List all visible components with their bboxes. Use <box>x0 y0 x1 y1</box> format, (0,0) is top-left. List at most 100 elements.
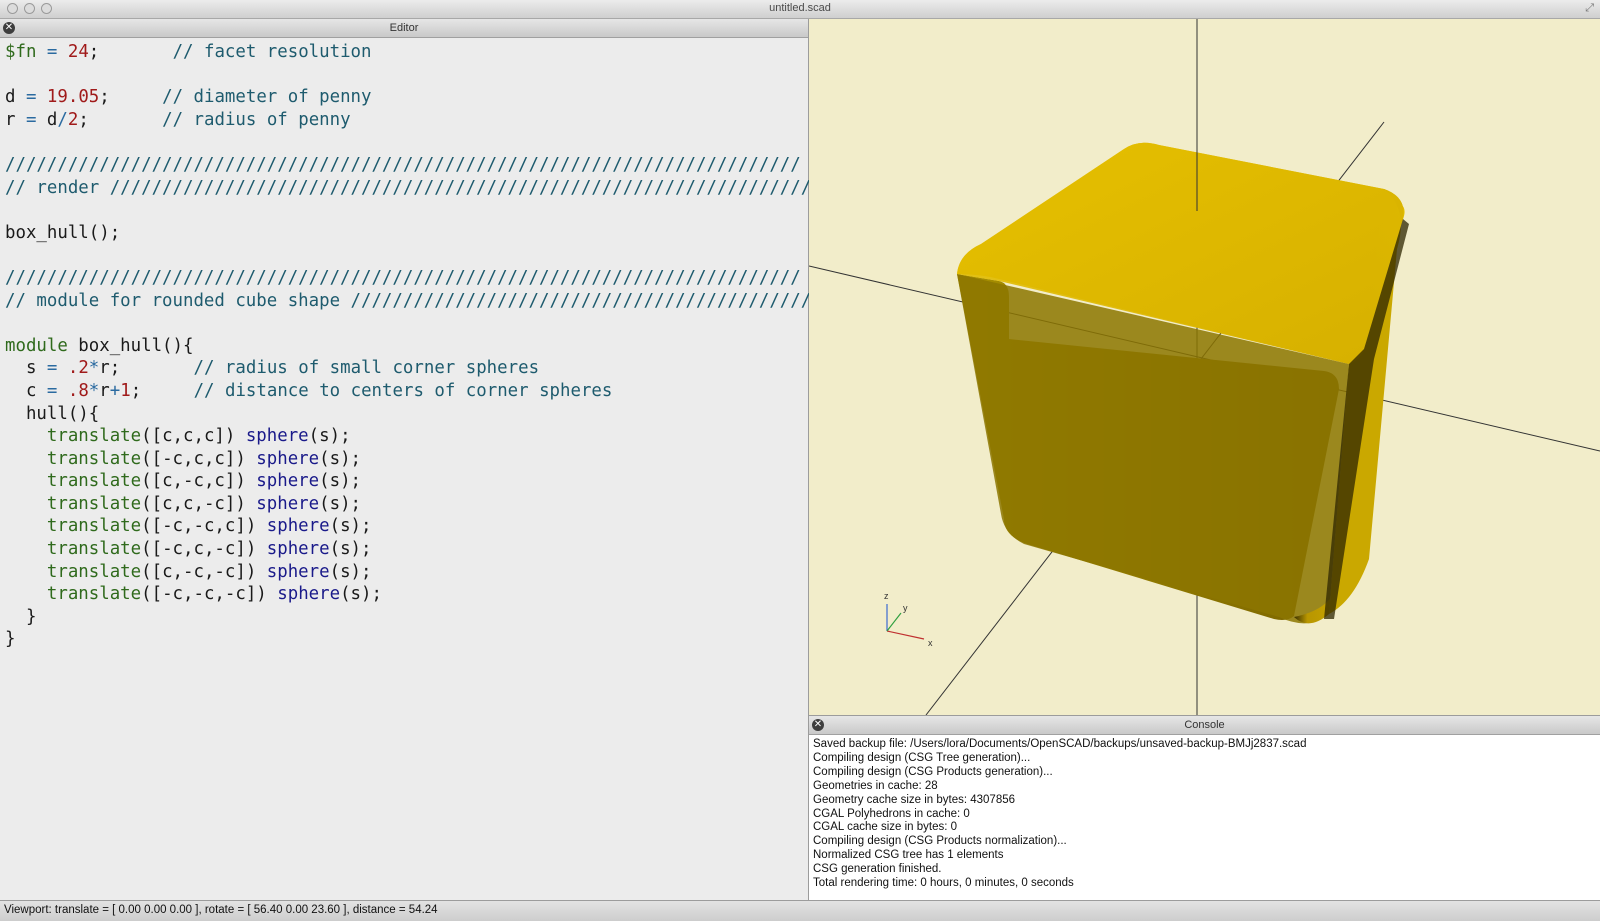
code-line: r = d/2; // radius of penny <box>5 109 832 132</box>
code-line: module box_hull(){ <box>5 335 832 358</box>
code-token: ([-c,-c,c]) <box>141 516 267 537</box>
code-token: // diameter of penny <box>120 87 372 108</box>
code-line: // module for rounded cube shape ///////… <box>5 290 832 313</box>
editor-header: ✕ Editor <box>0 19 808 38</box>
code-token: (s); <box>329 561 372 582</box>
code-token: ([c,c,-c]) <box>141 493 257 514</box>
code-token: sphere <box>256 471 320 492</box>
code-token: sphere <box>256 493 320 514</box>
code-line: ////////////////////////////////////////… <box>5 154 832 177</box>
3d-viewport[interactable]: z y x <box>809 19 1600 715</box>
code-line: translate([c,-c,c]) sphere(s); <box>5 470 832 493</box>
code-token: d <box>46 109 58 130</box>
code-token: .8 <box>67 380 89 401</box>
code-token: * <box>88 358 100 379</box>
code-token: d <box>5 87 26 108</box>
console-line: Geometry cache size in bytes: 4307856 <box>813 793 1016 806</box>
code-token: // distance to centers of corner spheres <box>151 380 613 401</box>
console-line: Geometries in cache: 28 <box>813 779 938 792</box>
console-header: ✕ Console <box>809 716 1600 735</box>
code-token: translate <box>46 471 142 492</box>
code-token: (s); <box>329 516 372 537</box>
editor-title: Editor <box>389 22 419 34</box>
code-token: ([-c,c,c]) <box>141 448 257 469</box>
status-bar: Viewport: translate = [ 0.00 0.00 0.00 ]… <box>0 900 1600 921</box>
code-line: box_hull(); <box>5 222 832 245</box>
fullscreen-icon[interactable]: ⤢ <box>1585 2 1594 15</box>
code-editor[interactable]: $fn = 24; // facet resolution d = 19.05; … <box>5 41 832 651</box>
console-line: Compiling design (CSG Tree generation)..… <box>813 751 1031 764</box>
code-token: ([c,-c,c]) <box>141 471 257 492</box>
viewport-status-text: Viewport: translate = [ 0.00 0.00 0.00 ]… <box>4 904 438 916</box>
code-token: translate <box>46 561 142 582</box>
code-token: = <box>25 87 47 108</box>
code-line: hull(){ <box>5 403 832 426</box>
code-token: 1 <box>120 380 131 401</box>
console-close-icon[interactable]: ✕ <box>812 719 824 731</box>
code-token: // render //////////////////////////////… <box>5 177 822 198</box>
code-token: ([-c,-c,-c]) <box>141 584 278 605</box>
code-token: ////////////////////////////////////////… <box>5 267 801 288</box>
console-line: CGAL Polyhedrons in cache: 0 <box>813 807 970 820</box>
console-line: Normalized CSG tree has 1 elements <box>813 849 1004 862</box>
code-token: box_hull(); <box>5 222 121 243</box>
code-token: sphere <box>277 584 341 605</box>
code-token: // facet resolution <box>109 42 372 62</box>
console-line: Compiling design (CSG Products generatio… <box>813 765 1053 778</box>
code-line: } <box>5 606 832 629</box>
code-token: translate <box>46 426 142 447</box>
code-line: translate([-c,-c,-c]) sphere(s); <box>5 583 832 606</box>
console-line: CGAL cache size in bytes: 0 <box>813 821 958 834</box>
code-token: r; <box>99 358 131 379</box>
console-line: CSG generation finished. <box>813 863 942 876</box>
rounded-cube-model <box>957 142 1409 624</box>
x-axis-label: x <box>928 638 933 648</box>
console-title: Console <box>1184 719 1225 731</box>
code-line: d = 19.05; // diameter of penny <box>5 86 832 109</box>
code-line: } <box>5 628 832 651</box>
code-line: translate([c,c,c]) sphere(s); <box>5 425 832 448</box>
code-token: + <box>109 380 121 401</box>
code-token: ([-c,c,-c]) <box>141 539 267 560</box>
x-axis-indicator <box>886 630 925 640</box>
console-line: Total rendering time: 0 hours, 0 minutes… <box>813 877 1074 890</box>
code-token: (s); <box>340 584 382 605</box>
code-token: (s); <box>329 539 372 560</box>
code-token: ; <box>99 87 121 108</box>
code-token: ; <box>78 109 100 130</box>
code-token: = <box>36 42 68 62</box>
code-token: ; <box>88 42 110 62</box>
code-token: hull(){ <box>5 403 100 424</box>
editor-panel: ✕ Editor $fn = 24; // facet resolution d … <box>0 19 832 900</box>
code-line: translate([c,c,-c]) sphere(s); <box>5 493 832 516</box>
code-token: translate <box>46 516 142 537</box>
editor-close-icon[interactable]: ✕ <box>3 22 15 34</box>
code-token: = <box>25 109 47 130</box>
code-token: } <box>5 606 37 627</box>
code-line: ////////////////////////////////////////… <box>5 267 832 290</box>
code-token: * <box>88 380 100 401</box>
code-line: translate([-c,c,c]) sphere(s); <box>5 448 832 471</box>
code-token: translate <box>46 448 142 469</box>
code-token: c <box>5 380 47 401</box>
y-axis-indicator <box>886 612 902 632</box>
z-axis-label: z <box>884 591 889 601</box>
code-token: sphere <box>266 516 330 537</box>
code-line: s = .2*r; // radius of small corner sphe… <box>5 357 832 380</box>
code-token: (s); <box>319 493 362 514</box>
code-token: translate <box>46 493 142 514</box>
console-output[interactable]: Saved backup file: /Users/lora/Documents… <box>813 738 1306 891</box>
code-token: box_hull(){ <box>67 335 194 356</box>
code-token: (s); <box>319 448 362 469</box>
console-line: Saved backup file: /Users/lora/Documents… <box>813 738 1307 750</box>
axis-gizmo: z y x <box>884 591 933 648</box>
code-token: $fn <box>5 42 37 62</box>
code-token: // module for rounded cube shape ///////… <box>5 290 833 311</box>
